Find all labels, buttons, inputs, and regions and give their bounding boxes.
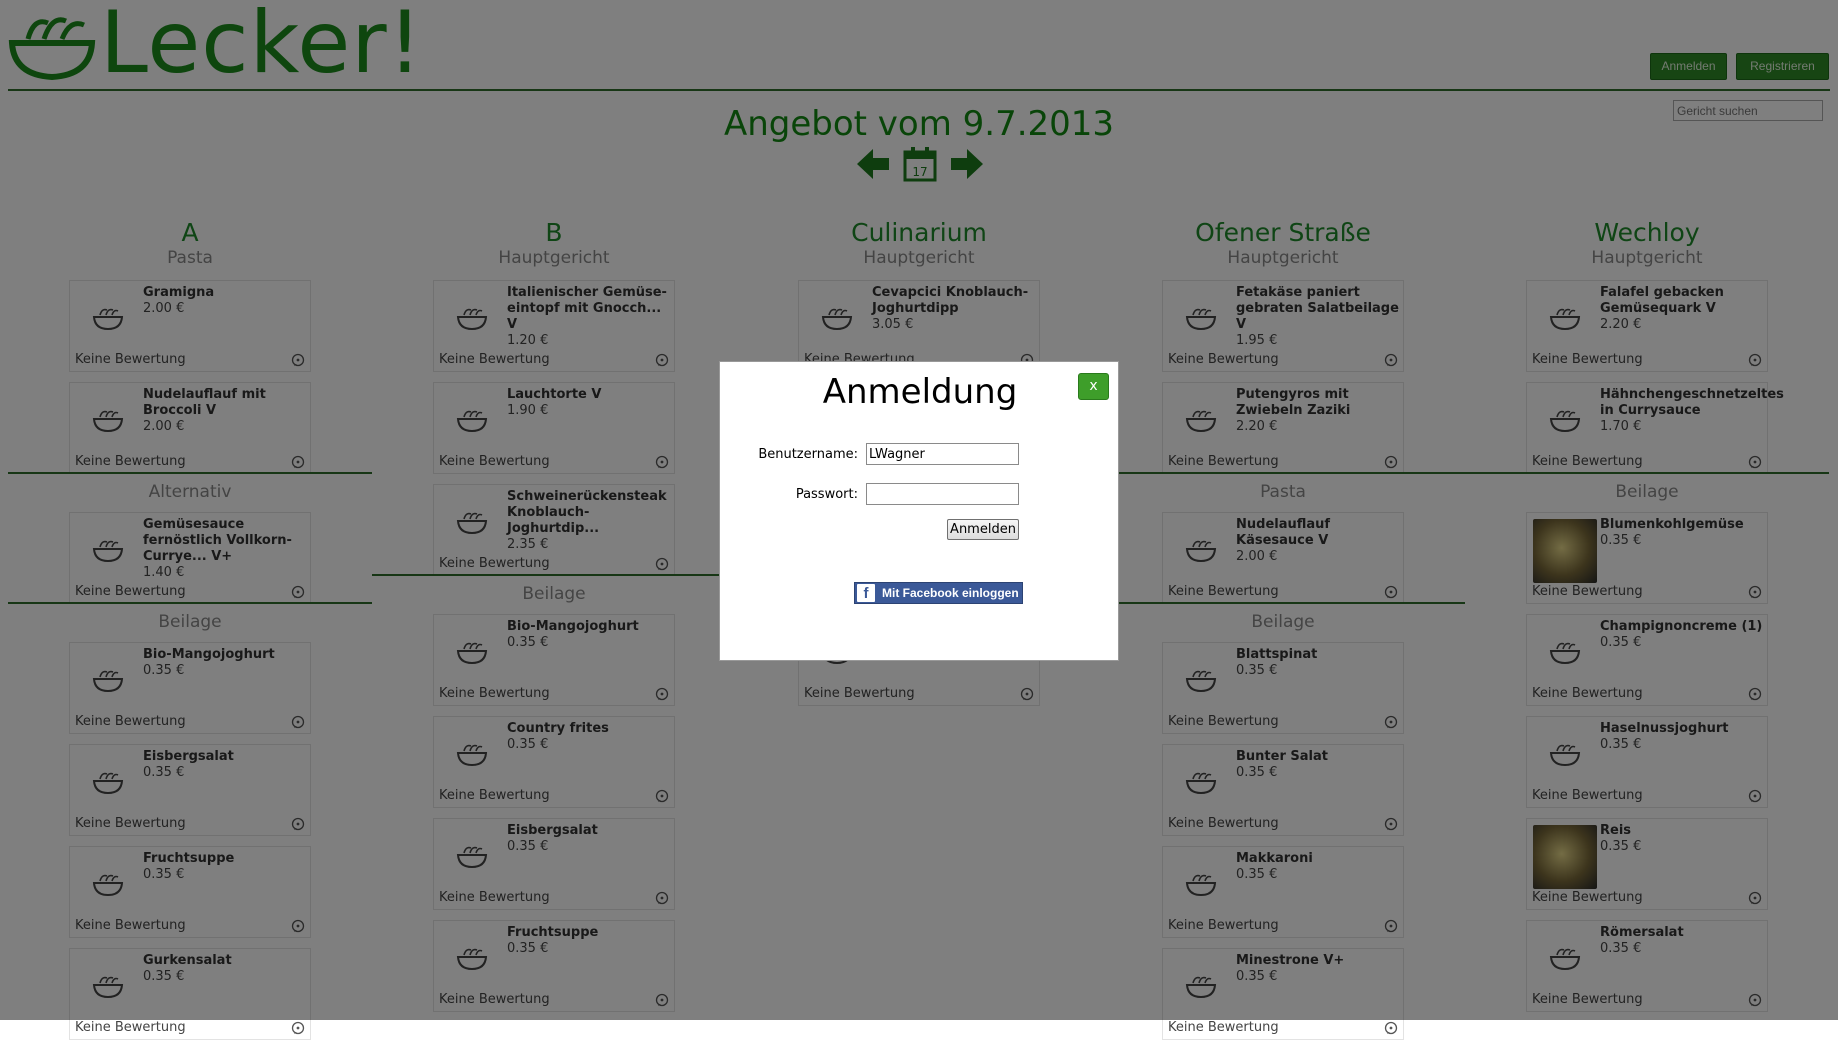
facebook-login-label: Mit Facebook einloggen — [882, 586, 1019, 600]
comment-icon[interactable] — [291, 1021, 305, 1035]
username-field[interactable] — [866, 443, 1019, 465]
rating-status: Keine Bewertung — [75, 1020, 186, 1035]
facebook-login-button[interactable]: f Mit Facebook einloggen — [854, 582, 1023, 604]
submit-login-button[interactable]: Anmelden — [947, 519, 1019, 540]
password-field[interactable] — [866, 483, 1019, 505]
dialog-title: Anmeldung — [822, 372, 1018, 412]
page: Lecker! Anmelden Registrieren Angebot vo… — [0, 0, 1838, 1040]
facebook-icon: f — [857, 584, 875, 602]
password-label: Passwort: — [795, 487, 858, 502]
username-label: Benutzername: — [758, 447, 858, 462]
login-dialog: Anmeldung x Benutzername: Passwort: Anme… — [719, 361, 1119, 661]
close-button[interactable]: x — [1078, 373, 1109, 400]
comment-icon[interactable] — [1384, 1021, 1398, 1035]
rating-status: Keine Bewertung — [1168, 1020, 1279, 1035]
